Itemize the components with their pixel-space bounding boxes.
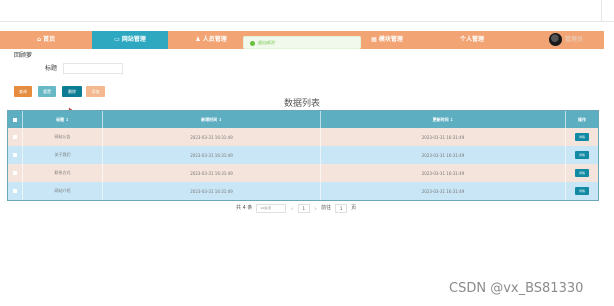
- user-name: 管理员: [565, 36, 584, 43]
- header-check-cell: [8, 111, 23, 128]
- nav-item-personal[interactable]: 个人管理: [440, 31, 504, 49]
- table-row: 网站公告 2023-03-31 16:31:49 2023-03-31 16:3…: [8, 128, 598, 146]
- pagination: 共 4 条 10条/页 < 1 > 前往 1 页: [236, 204, 360, 213]
- detail-button[interactable]: 详情: [575, 169, 589, 177]
- success-toast: 退出成功!: [243, 36, 361, 49]
- next-page-button[interactable]: >: [314, 204, 317, 213]
- cell-action: 详情: [566, 128, 598, 146]
- detail-button[interactable]: 详情: [575, 187, 589, 195]
- row-check-cell: [8, 146, 23, 164]
- nav-item-site-management[interactable]: ▭ 网站管理: [92, 31, 168, 49]
- table-row: 关于我们 2023-03-31 16:31:49 2023-03-31 16:3…: [8, 146, 598, 164]
- cell-created: 2023-03-31 16:31:49: [103, 164, 321, 182]
- table-title: 数据列表: [283, 99, 320, 109]
- header-updated[interactable]: 更新时间 ↕: [321, 111, 566, 128]
- header-title[interactable]: 标题 ↕: [23, 111, 103, 128]
- browser-top-area: [0, 0, 614, 22]
- cell-created: 2023-03-31 16:31:49: [103, 146, 321, 164]
- header-created[interactable]: 新增时间 ↕: [103, 111, 321, 128]
- cell-title: 关于我们: [23, 146, 103, 164]
- nav-item-modules[interactable]: ▦ 模块管理: [355, 31, 419, 49]
- check-icon: [250, 40, 255, 46]
- page-unit-label: 页: [351, 205, 357, 211]
- cell-updated: 2023-03-31 16:31:49: [321, 128, 566, 146]
- row-checkbox[interactable]: [13, 171, 17, 175]
- row-checkbox[interactable]: [13, 135, 17, 139]
- header-action: 操作: [578, 116, 586, 122]
- toast-message: 退出成功!: [258, 40, 276, 45]
- goto-page-input[interactable]: 1: [335, 204, 348, 213]
- cell-created: 2023-03-31 16:31:49: [103, 182, 321, 200]
- cell-title: 联系方式: [23, 164, 103, 182]
- row-check-cell: [8, 128, 23, 146]
- current-page-number[interactable]: 1: [297, 204, 310, 213]
- search-label: 标题: [45, 65, 58, 72]
- nav-item-personnel[interactable]: ♟ 人员管理: [168, 31, 254, 49]
- table-row: 网站介绍 2023-03-31 16:31:49 2023-03-31 16:3…: [8, 182, 598, 200]
- csdn-watermark: CSDN @vx_BS81330: [449, 281, 584, 296]
- avatar: [549, 33, 562, 46]
- row-check-cell: [8, 164, 23, 182]
- table-header-row: 标题 ↕ 新增时间 ↕ 更新时间 ↕ 操作: [8, 111, 598, 128]
- module-icon: ▦: [371, 36, 377, 43]
- nav-item-label: 模块管理: [378, 36, 403, 43]
- table-row: 联系方式 2023-03-31 16:31:49 2023-03-31 16:3…: [8, 164, 598, 182]
- nav-item-label: 人员管理: [202, 36, 227, 43]
- page-size-select[interactable]: 10条/页: [256, 204, 287, 213]
- cell-action: 详情: [566, 146, 598, 164]
- nav-item-label: 个人管理: [459, 36, 484, 43]
- cell-title: 网站介绍: [23, 182, 103, 200]
- user-profile[interactable]: 管理员: [549, 33, 583, 47]
- select-all-checkbox[interactable]: [13, 117, 17, 122]
- detail-button[interactable]: 详情: [575, 133, 589, 141]
- cell-title: 网站公告: [23, 128, 103, 146]
- cell-updated: 2023-03-31 16:31:49: [321, 182, 566, 200]
- cell-updated: 2023-03-31 16:31:49: [321, 146, 566, 164]
- nav-item-home[interactable]: ⌂ 首页: [0, 31, 92, 49]
- monitor-icon: ▭: [114, 36, 120, 43]
- nav-item-label: 首页: [43, 36, 56, 43]
- prev-page-button[interactable]: <: [290, 204, 293, 213]
- cell-created: 2023-03-31 16:31:49: [103, 128, 321, 146]
- title-search-input[interactable]: [63, 63, 123, 74]
- home-icon: ⌂: [36, 36, 42, 43]
- nav-item-label: 网站管理: [121, 36, 146, 43]
- top-edge-line: [601, 0, 602, 22]
- data-table: 标题 ↕ 新增时间 ↕ 更新时间 ↕ 操作 网站公告 2023-03-31 16…: [7, 110, 599, 201]
- cell-action: 详情: [566, 182, 598, 200]
- row-checkbox[interactable]: [13, 153, 17, 157]
- total-count: 共 4 条: [236, 205, 253, 211]
- row-checkbox[interactable]: [13, 189, 17, 193]
- row-check-cell: [8, 182, 23, 200]
- goto-label: 前往: [321, 205, 332, 211]
- cell-updated: 2023-03-31 16:31:49: [321, 164, 566, 182]
- detail-button[interactable]: 详情: [575, 151, 589, 159]
- cell-action: 详情: [566, 164, 598, 182]
- person-icon: ♟: [195, 36, 201, 43]
- breadcrumb: 回顾萝: [14, 52, 33, 59]
